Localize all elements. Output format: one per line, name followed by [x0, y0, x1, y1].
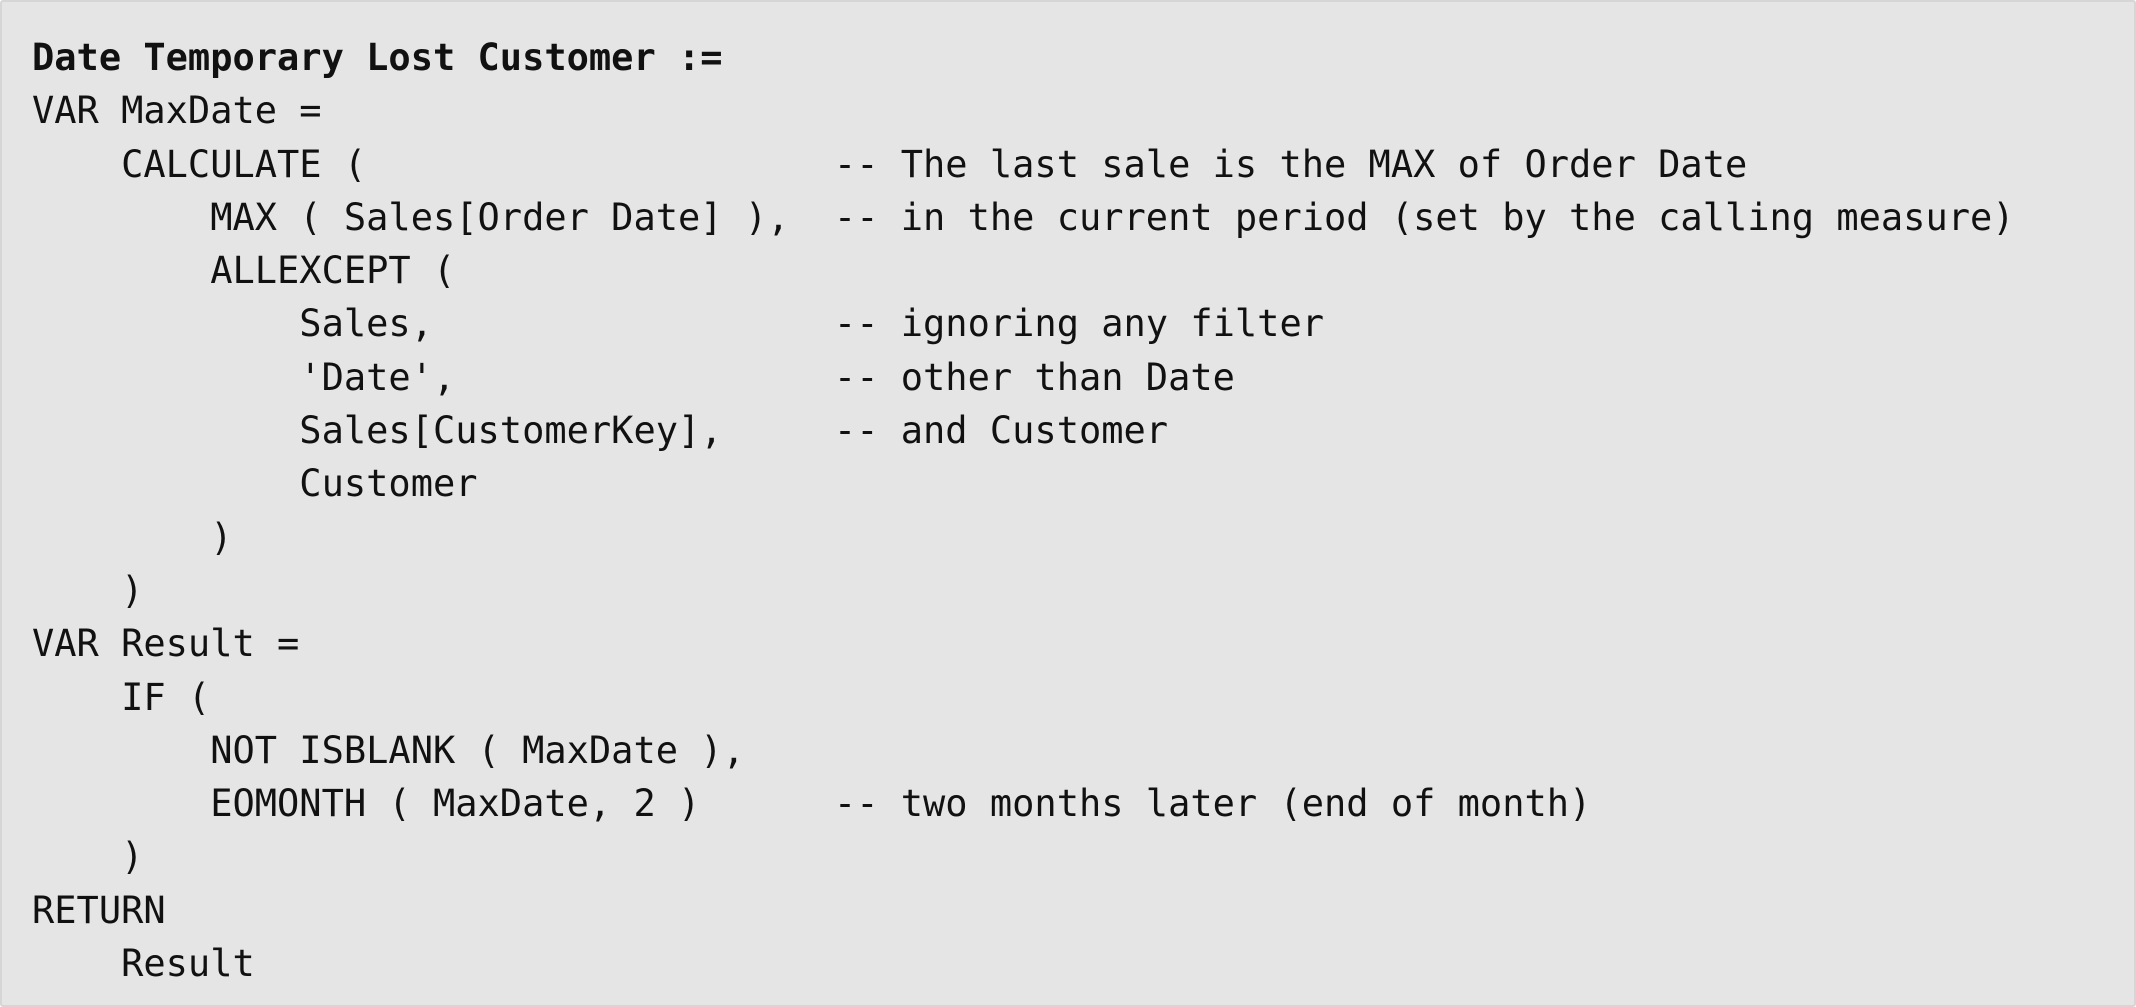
- code-block: Date Temporary Lost Customer := VAR MaxDa…: [32, 31, 2015, 990]
- code-line: Customer: [32, 462, 478, 506]
- code-line: RETURN: [32, 888, 166, 932]
- code-line: Result: [32, 942, 255, 986]
- code-line: NOT ISBLANK ( MaxDate ),: [32, 728, 745, 772]
- code-line: VAR MaxDate =: [32, 89, 322, 133]
- code-line: ): [32, 568, 144, 612]
- code-line: CALCULATE ( -- The last sale is the MAX …: [32, 142, 1748, 186]
- code-line: EOMONTH ( MaxDate, 2 ) -- two months lat…: [32, 782, 1592, 826]
- code-line: Sales[CustomerKey], -- and Customer: [32, 409, 1169, 453]
- code-line: ): [32, 835, 144, 879]
- code-line: 'Date', -- other than Date: [32, 355, 1235, 399]
- code-line: VAR Result =: [32, 622, 300, 666]
- measure-definition-line: Date Temporary Lost Customer :=: [32, 36, 723, 79]
- code-line: IF (: [32, 675, 211, 719]
- code-line: ALLEXCEPT (: [32, 249, 456, 293]
- code-line: Sales, -- ignoring any filter: [32, 302, 1325, 346]
- code-line: MAX ( Sales[Order Date] ), -- in the cur…: [32, 195, 2015, 239]
- code-listing-panel: Date Temporary Lost Customer := VAR MaxDa…: [0, 0, 2136, 1007]
- code-line: ): [32, 515, 233, 559]
